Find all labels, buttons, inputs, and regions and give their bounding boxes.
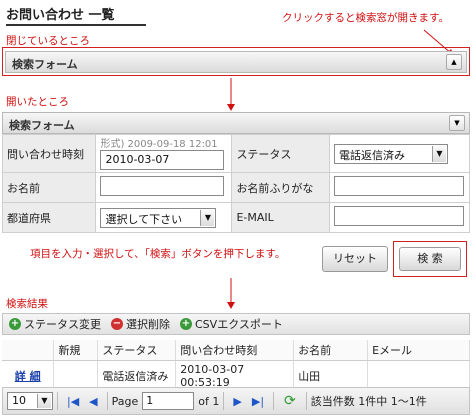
divider bbox=[273, 392, 275, 410]
status-change-label: ステータス変更 bbox=[24, 318, 101, 331]
reset-button[interactable]: リセット bbox=[322, 246, 388, 272]
status-change-button[interactable]: + ステータス変更 bbox=[9, 316, 101, 332]
search-button[interactable]: 検 索 bbox=[399, 247, 461, 271]
refresh-icon[interactable]: ⟳ bbox=[284, 393, 296, 409]
page-number-input[interactable]: 1 bbox=[142, 392, 195, 410]
chevron-down-icon: ▼ bbox=[431, 145, 446, 162]
page-title: お問い合わせ 一覧 bbox=[6, 4, 146, 26]
closed-state-frame: 検索フォーム ▲ bbox=[2, 47, 470, 76]
column-header[interactable]: ステータス bbox=[97, 340, 177, 361]
note-closed-state: 閉じているところ bbox=[6, 35, 90, 47]
collapse-toggle-button[interactable]: ▼ bbox=[449, 115, 465, 131]
plus-icon: + bbox=[180, 318, 192, 330]
inquiry-datetime-label: 問い合わせ時刻 bbox=[1, 134, 97, 173]
column-header[interactable]: お名前 bbox=[293, 340, 369, 361]
prefecture-select-value: 選択して下さい bbox=[105, 212, 183, 226]
search-panel-title-open: 検索フォーム bbox=[9, 119, 75, 132]
note-open-state: 開いたところ bbox=[6, 96, 69, 108]
csv-export-label: CSVエクスポート bbox=[195, 318, 283, 331]
annotation-down-arrow-icon bbox=[227, 78, 235, 111]
result-summary: 該当件数 1件中 1～1件 bbox=[310, 395, 427, 408]
kana-label: お名前ふりがな bbox=[231, 172, 330, 203]
inquiry-datetime-input[interactable]: 2010-03-07 bbox=[100, 150, 225, 170]
status-select-value: 電話返信済み bbox=[338, 148, 405, 162]
page-count-label: of 1 bbox=[198, 394, 220, 408]
name-label: お名前 bbox=[1, 172, 97, 203]
email-label: E-MAIL bbox=[231, 202, 330, 233]
column-header[interactable]: Eメール bbox=[367, 340, 470, 361]
last-page-icon[interactable]: ▶| bbox=[252, 395, 264, 408]
divider bbox=[223, 392, 225, 410]
search-panel-collapsed[interactable]: 検索フォーム ▲ bbox=[5, 51, 467, 73]
kana-input[interactable] bbox=[333, 176, 464, 196]
search-panel-title: 検索フォーム bbox=[12, 58, 78, 71]
grid-toolbar: + ステータス変更 − 選択削除 + CSVエクスポート bbox=[2, 313, 470, 335]
prefecture-select[interactable]: 選択して下さい ▼ bbox=[100, 207, 217, 228]
email-input[interactable] bbox=[333, 206, 464, 226]
prev-page-icon[interactable]: ◀ bbox=[89, 395, 97, 408]
results-grid: 新規 ステータス 問い合わせ時刻 お名前 Eメール 詳 細 電話返信済み 201… bbox=[2, 340, 470, 392]
note-enter-select: 項目を入力・選択して、「検索」ボタンを押下します。 bbox=[30, 248, 286, 260]
page-size-value: 10 bbox=[12, 394, 26, 407]
status-label: ステータス bbox=[231, 134, 330, 173]
divider bbox=[305, 392, 307, 410]
datetime-format-hint: 形式) 2009-09-18 12:01 bbox=[100, 139, 218, 150]
pager: 10 ▼ |◀ ◀ Page 1 of 1 ▶ ▶| ⟳ 該当件数 1件中 1～… bbox=[2, 387, 470, 415]
name-input[interactable] bbox=[100, 176, 225, 196]
delete-selected-label: 選択削除 bbox=[126, 318, 170, 331]
csv-export-button[interactable]: + CSVエクスポート bbox=[180, 316, 283, 332]
divider bbox=[106, 392, 108, 410]
annotation-down-arrow-icon bbox=[227, 278, 235, 309]
detail-link[interactable]: 詳 細 bbox=[15, 370, 41, 383]
note-results: 検索結果 bbox=[6, 298, 48, 310]
triangle-down-icon: ▼ bbox=[454, 119, 460, 127]
page-size-select[interactable]: 10 ▼ bbox=[7, 392, 53, 410]
first-page-icon[interactable]: |◀ bbox=[67, 395, 79, 408]
search-form-table: 問い合わせ時刻 形式) 2009-09-18 12:01 2010-03-07 … bbox=[1, 134, 471, 233]
triangle-up-icon: ▲ bbox=[451, 58, 457, 66]
minus-icon: − bbox=[111, 318, 123, 330]
next-page-icon[interactable]: ▶ bbox=[233, 395, 241, 408]
column-header bbox=[2, 340, 55, 361]
prefecture-label: 都道府県 bbox=[1, 202, 97, 233]
page-label: Page bbox=[111, 394, 139, 408]
search-panel-expanded-header[interactable]: 検索フォーム ▼ bbox=[2, 112, 470, 134]
note-click-open: クリックすると検索窓が開きます。 bbox=[282, 12, 449, 24]
grid-header-row: 新規 ステータス 問い合わせ時刻 お名前 Eメール bbox=[2, 340, 470, 361]
plus-icon: + bbox=[9, 318, 21, 330]
column-header[interactable]: 新規 bbox=[53, 340, 99, 361]
column-header[interactable]: 問い合わせ時刻 bbox=[175, 340, 295, 361]
search-button-highlight: 検 索 bbox=[393, 241, 467, 277]
status-select[interactable]: 電話返信済み ▼ bbox=[333, 143, 448, 164]
divider bbox=[57, 392, 58, 410]
chevron-down-icon: ▼ bbox=[37, 394, 51, 408]
expand-toggle-button[interactable]: ▲ bbox=[446, 54, 462, 70]
chevron-down-icon: ▼ bbox=[200, 209, 215, 226]
delete-selected-button[interactable]: − 選択削除 bbox=[111, 316, 170, 332]
